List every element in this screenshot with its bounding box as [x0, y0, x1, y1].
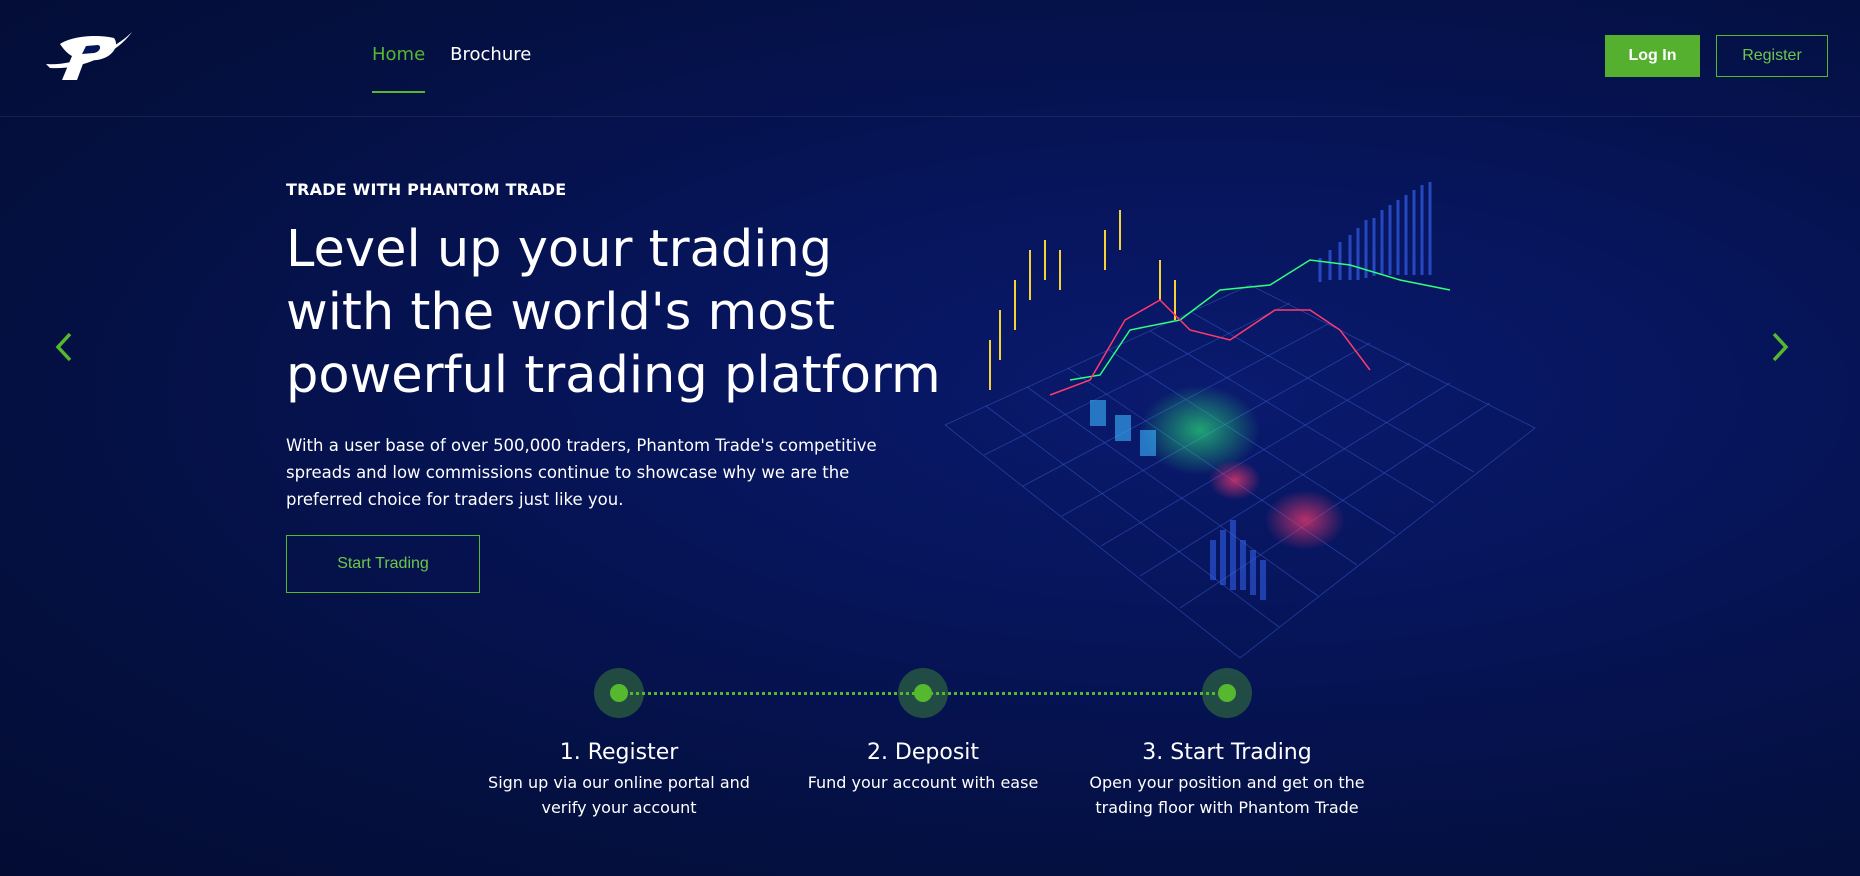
hero-description: With a user base of over 500,000 traders… [286, 436, 877, 509]
step-title: 2. Deposit [866, 740, 980, 765]
register-button[interactable]: Register [1716, 35, 1828, 77]
step-description: trading floor with Phantom Trade [1095, 798, 1359, 817]
phantom-trade-logo[interactable] [42, 24, 132, 86]
chevron-right-icon[interactable] [1768, 330, 1792, 364]
hero-eyebrow: TRADE WITH PHANTOM TRADE [286, 180, 567, 199]
step-description: Sign up via our online portal and [488, 773, 750, 792]
nav-brochure-link[interactable]: Brochure [450, 44, 531, 93]
step-title: 1. Register [559, 740, 679, 765]
step-1-marker [594, 668, 644, 718]
step-description: Open your position and get on the [1089, 773, 1365, 792]
login-button[interactable]: Log In [1605, 35, 1700, 77]
step-title: 3. Start Trading [1142, 740, 1312, 765]
site-header: Home Brochure Log In Register [0, 0, 1860, 117]
step-start-trading: 3. Start Trading Open your position and … [1087, 738, 1367, 820]
hero-headline: Level up your trading with the world's m… [286, 220, 941, 405]
step-description: Fund your account with ease [807, 773, 1039, 792]
trading-chart-illustration [944, 182, 1536, 659]
step-3-marker [1202, 668, 1252, 718]
step-2-marker [898, 668, 948, 718]
step-register: 1. Register Sign up via our online porta… [479, 738, 759, 820]
main-nav: Home Brochure [372, 44, 531, 93]
nav-home-link[interactable]: Home [372, 44, 426, 93]
step-deposit: 2. Deposit Fund your account with ease [783, 738, 1063, 795]
chevron-left-icon[interactable] [52, 330, 76, 364]
start-trading-button[interactable]: Start Trading [286, 535, 480, 593]
step-description: verify your account [541, 798, 697, 817]
